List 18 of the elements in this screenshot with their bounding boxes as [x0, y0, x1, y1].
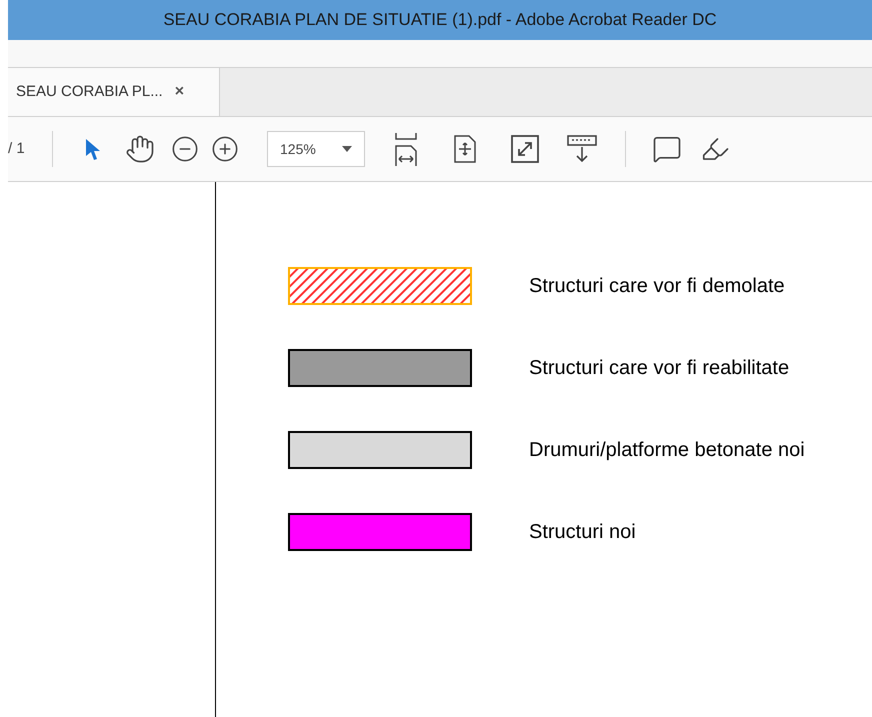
zoom-out-icon[interactable]	[171, 135, 199, 163]
title-bar: SEAU CORABIA PLAN DE SITUATIE (1).pdf - Adobe Acrobat Reader DC	[8, 0, 872, 40]
legend-label: Structuri noi	[529, 520, 636, 545]
full-screen-icon[interactable]	[511, 135, 539, 163]
comment-icon[interactable]	[652, 134, 682, 164]
fit-width-icon[interactable]	[393, 132, 419, 166]
legend-label: Drumuri/platforme betonate noi	[529, 438, 805, 463]
page-count: / 1	[8, 138, 26, 159]
legend-label: Structuri care vor fi demolate	[529, 274, 785, 299]
caret-icon	[342, 146, 352, 152]
page-fit-icon[interactable]	[453, 135, 477, 163]
download-tray-icon[interactable]	[567, 135, 597, 163]
document-tab[interactable]: SEAU CORABIA PL... ×	[8, 68, 220, 116]
close-tab-button[interactable]: ×	[174, 80, 184, 104]
zoom-dropdown[interactable]: 125%	[267, 131, 365, 167]
legend-label: Structuri care vor fi reabilitate	[529, 356, 790, 381]
zoom-in-icon[interactable]	[211, 135, 239, 163]
hand-icon[interactable]	[125, 134, 155, 164]
